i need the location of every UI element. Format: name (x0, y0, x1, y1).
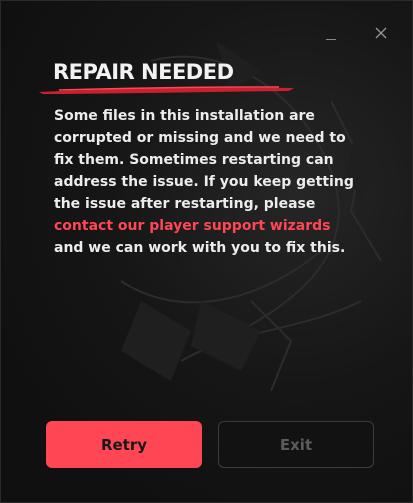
message-text: Some files in this installation are corr… (54, 108, 354, 212)
brush-stroke-underline (39, 86, 294, 94)
exit-button[interactable]: Exit (218, 421, 374, 468)
message-text-end: and we can work with you to fix this. (54, 240, 346, 256)
player-support-link[interactable]: contact our player support wizards (54, 218, 331, 234)
retry-button-label: Retry (100, 435, 148, 454)
minimize-icon (326, 38, 336, 40)
repair-dialog-window: REPAIR NEEDED Some files in this install… (0, 0, 413, 503)
close-icon (375, 27, 387, 39)
retry-button[interactable]: Retry (46, 421, 202, 468)
dialog-message: Some files in this installation are corr… (54, 105, 354, 259)
exit-button-label: Exit (279, 435, 313, 454)
close-button[interactable] (371, 23, 391, 43)
minimize-button[interactable] (321, 23, 341, 43)
